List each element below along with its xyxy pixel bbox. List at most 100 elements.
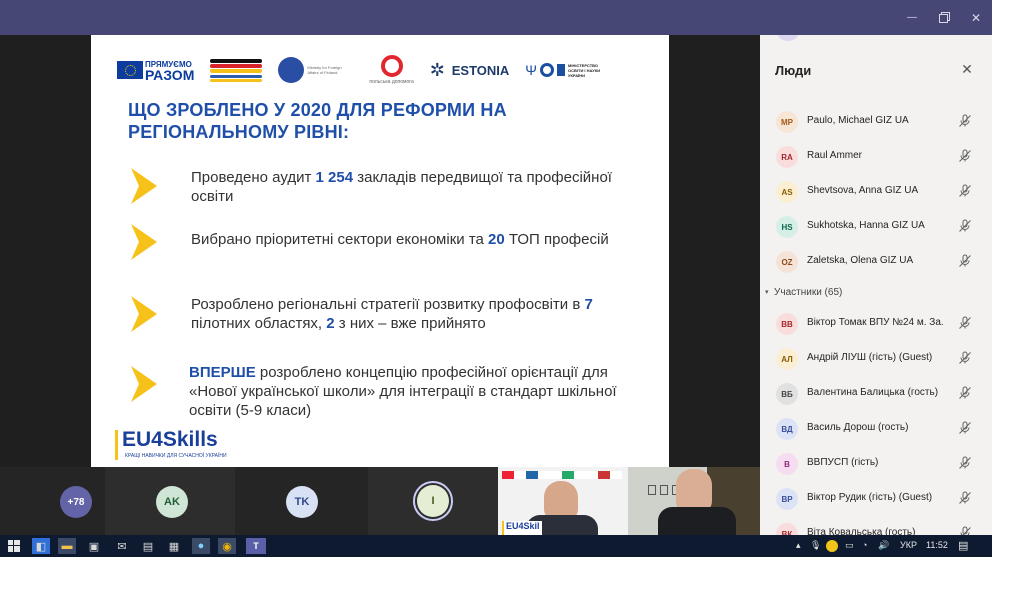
participant-row[interactable]: ВВ Віктор Томак ВПУ №24 м. За. [760, 306, 992, 341]
mic-off-icon[interactable] [958, 456, 972, 470]
participant-gallery: +78 AK TK I EU4Skil [0, 467, 760, 535]
arrow-icon [131, 296, 157, 332]
participant-row[interactable]: MP Paulo, Michael GIZ UA [760, 104, 992, 139]
mic-off-icon[interactable] [958, 254, 972, 268]
battery-icon[interactable]: ▭ [845, 540, 854, 551]
avatar: OZ [776, 251, 798, 273]
participant-row[interactable]: ВБ Валентина Балицька (гость) [760, 376, 992, 411]
participant-row[interactable]: AS Shevtsova, Anna GIZ UA [760, 174, 992, 209]
more-count: +78 [60, 486, 92, 518]
mic-off-icon[interactable] [958, 491, 972, 505]
poland-logo-text: польська допомога [369, 79, 414, 85]
taskbar-app-edge[interactable]: ◧ [32, 538, 50, 554]
poland-logo: польська допомога [369, 55, 414, 85]
minimize-button[interactable]: — [896, 0, 928, 35]
teams-meeting-window: — ✕ ПРЯМУЄМО РАЗОМ Ministry for Foreign … [0, 0, 992, 557]
save-icon: ▤ [142, 540, 154, 553]
polish-aid-icon [380, 55, 403, 77]
taskbar-app-teams[interactable]: T [246, 538, 266, 554]
participant-name: ВВПУСП (гість) [807, 457, 879, 468]
bullet-text: ВПЕРШЕ розроблено концепцію професійної … [189, 364, 617, 419]
network-icon[interactable]: ◔ [862, 540, 867, 550]
taskbar-app-save[interactable]: ▤ [140, 538, 156, 554]
mic-off-icon[interactable] [958, 526, 972, 535]
more-participants-tile[interactable]: +78 [0, 467, 105, 535]
mic-off-icon[interactable] [958, 421, 972, 435]
teams-icon: T [253, 541, 259, 551]
tray-chevron-icon[interactable]: ▴ [796, 540, 801, 551]
bullet-text: Проведено аудит 1 254 закладів передвищо… [191, 169, 612, 205]
clock[interactable]: 11:52 [926, 540, 948, 550]
eu-logo: ПРЯМУЄМО РАЗОМ [117, 60, 195, 83]
taskbar-app-store[interactable]: ▣ [86, 538, 102, 554]
avatar: AK [156, 486, 188, 518]
chrome-icon: ◉ [222, 540, 232, 553]
eu-flag-icon [117, 61, 143, 79]
participant-row[interactable]: RA Raul Ammer [760, 139, 992, 174]
avatar: TK [286, 486, 318, 518]
avatar: MP [776, 111, 798, 133]
title-bar: — ✕ [0, 0, 992, 35]
windows-taskbar: ◧ ▬ ▣ ✉ ▤ ▦ ● ◉ T ▴ 🎙 ▭ ◔ 🔊 УКР 11:52 ▤ [0, 535, 992, 557]
mic-off-icon[interactable] [958, 219, 972, 233]
maximize-button[interactable] [928, 0, 960, 35]
language-indicator[interactable]: УКР [900, 540, 917, 550]
participant-row[interactable]: ВР Віктор Рудик (гість) (Guest) [760, 481, 992, 516]
close-window-button[interactable]: ✕ [960, 0, 992, 35]
arrow-icon [131, 366, 157, 402]
avatar: RA [776, 146, 798, 168]
participant-tile-tk[interactable]: TK [235, 467, 368, 535]
mic-off-icon[interactable] [958, 114, 972, 128]
participant-name: Віта Ковальська (гость) [807, 527, 916, 535]
avatar: ВД [776, 418, 798, 440]
avatar: AS [776, 181, 798, 203]
mic-off-icon[interactable] [958, 184, 972, 198]
eu-logo-line2: РАЗОМ [145, 67, 195, 83]
mail-icon: ✉ [117, 540, 127, 553]
mic-off-icon[interactable] [958, 316, 972, 330]
estonia-star-icon: ✲ [429, 60, 445, 80]
finland-emblem-icon [278, 57, 305, 83]
video-tile-2[interactable] [628, 467, 760, 535]
mic-off-icon[interactable] [958, 149, 972, 163]
ministry-logo-text: МІНІСТЕРСТВО ОСВІТИ І НАУКИ УКРАЇНИ [568, 62, 601, 78]
close-panel-button[interactable]: ✕ [960, 62, 974, 76]
participant-row[interactable]: OZ Zaletska, Olena GIZ UA [760, 244, 992, 279]
microphone-icon[interactable]: 🎙 [810, 540, 821, 551]
avatar: ВК [776, 523, 798, 535]
shared-content-stage: ПРЯМУЄМО РАЗОМ Ministry for Foreign Affai… [0, 35, 760, 535]
start-button[interactable] [6, 538, 22, 554]
mic-off-icon[interactable] [958, 386, 972, 400]
participant-row[interactable]: HS Sukhotska, Hanna GIZ UA [760, 209, 992, 244]
participant-name: Василь Дорош (гость) [807, 422, 909, 433]
participant-name: Віктор Томак ВПУ №24 м. За. [807, 317, 944, 328]
notifications-icon[interactable]: ▤ [958, 539, 968, 552]
participants-section-header[interactable]: ▾ Участники (65) [760, 285, 992, 303]
tray-app-icon[interactable] [826, 540, 838, 552]
taskbar-app-explorer[interactable]: ▬ [58, 538, 76, 554]
participant-row[interactable]: ВК Віта Ковальська (гость) [760, 516, 992, 535]
taskbar-app-mail[interactable]: ✉ [114, 538, 130, 554]
participant-name: Віктор Рудик (гість) (Guest) [807, 492, 933, 503]
mic-off-icon[interactable] [958, 351, 972, 365]
close-icon: ✕ [970, 10, 982, 25]
eu4skills-subtitle: КРАЩІ НАВИЧКИ ДЛЯ СУЧАСНОЇ УКРАЇНИ [125, 453, 227, 459]
participant-tile-i[interactable]: I [368, 467, 498, 535]
estonia-logo: ✲ ESTONIA [430, 61, 510, 79]
volume-icon[interactable]: 🔊 [878, 540, 889, 551]
taskbar-app-calculator[interactable]: ▦ [166, 538, 182, 554]
participant-name: Валентина Балицька (гость) [807, 387, 939, 398]
video-tile-1[interactable]: EU4Skil [498, 467, 628, 535]
participant-name: Андрій ЛІУШ (гість) (Guest) [807, 352, 933, 363]
eu4skills-title: EU4Skills [122, 428, 218, 451]
participant-tile-ak[interactable]: AK [105, 467, 235, 535]
taskbar-app-chrome[interactable]: ◉ [218, 538, 236, 554]
arrow-icon [131, 224, 157, 260]
participant-row[interactable]: В ВВПУСП (гість) [760, 446, 992, 481]
ministry-logo: Ψ МІНІСТЕРСТВО ОСВІТИ І НАУКИ УКРАЇНИ [525, 62, 604, 78]
browser-icon: ◧ [35, 540, 47, 553]
taskbar-app-paint[interactable]: ● [192, 538, 210, 554]
participant-row[interactable]: АЛ Андрій ЛІУШ (гість) (Guest) [760, 341, 992, 376]
store-icon: ▣ [88, 540, 100, 553]
participant-row[interactable]: ВД Василь Дорош (гость) [760, 411, 992, 446]
